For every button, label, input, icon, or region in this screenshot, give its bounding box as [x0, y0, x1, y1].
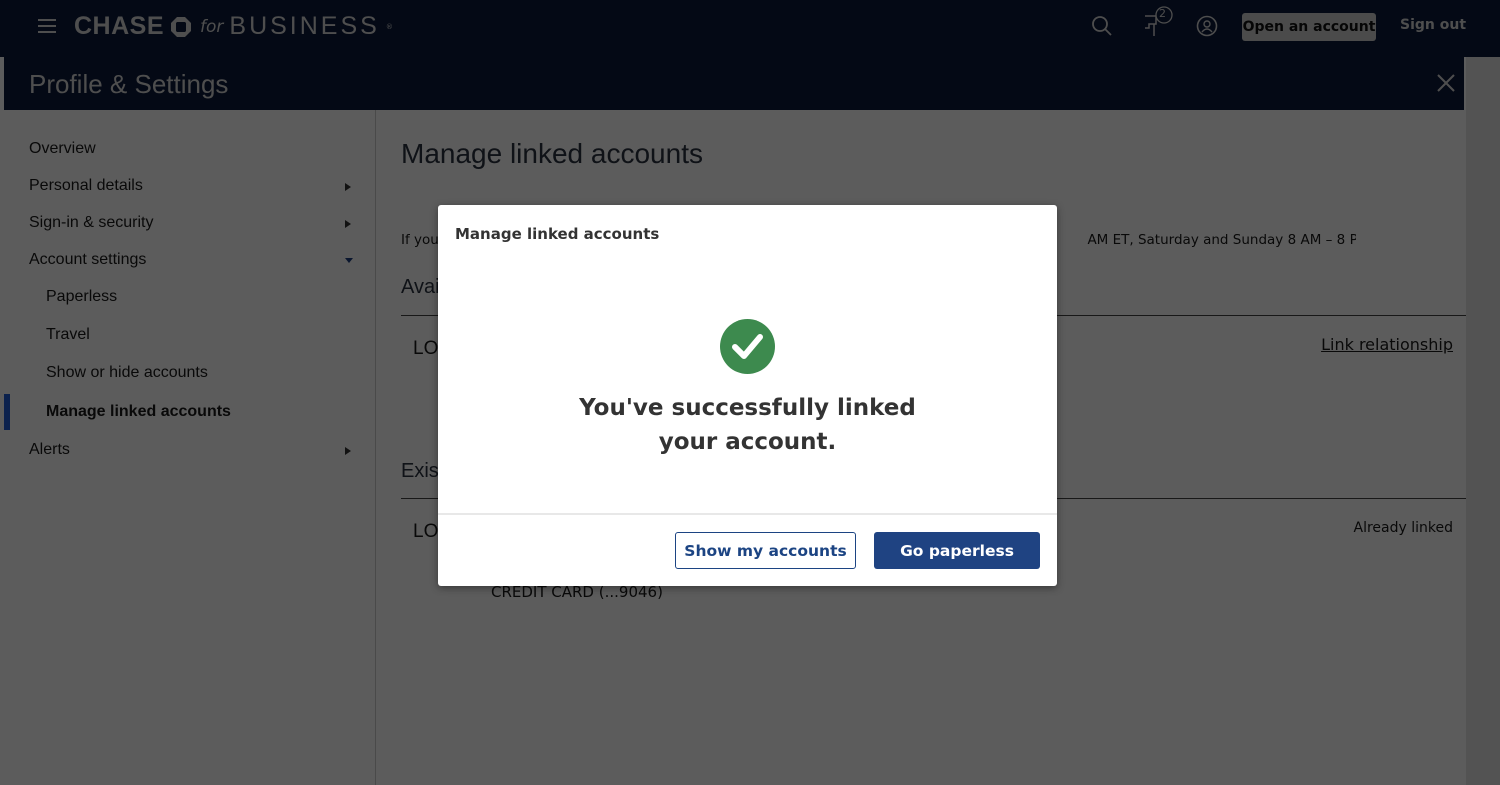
check-circle-icon	[720, 319, 775, 374]
dialog-divider	[438, 513, 1057, 515]
show-my-accounts-button[interactable]: Show my accounts	[675, 532, 856, 569]
success-dialog: Manage linked accounts You've successful…	[438, 205, 1057, 586]
go-paperless-button[interactable]: Go paperless	[874, 532, 1040, 569]
dialog-title: Manage linked accounts	[455, 225, 660, 243]
success-message: You've successfully linked your account.	[579, 395, 916, 455]
